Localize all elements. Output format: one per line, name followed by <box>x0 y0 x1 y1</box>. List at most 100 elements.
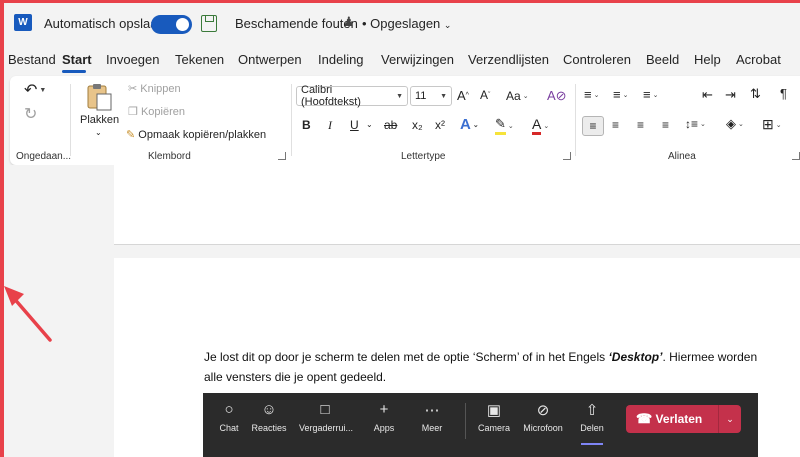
align-left-icon[interactable]: ≡ <box>582 116 604 136</box>
teams-rooms-button[interactable]: □ Vergaderrui... <box>299 393 353 447</box>
teams-more-button[interactable]: ⋯ Meer <box>406 393 458 447</box>
clipboard-group-label: Klembord <box>148 151 191 162</box>
save-icon[interactable] <box>201 15 217 32</box>
shading-icon[interactable]: ◈ ⌄ <box>726 116 744 132</box>
scissors-icon: ✂ <box>128 83 138 95</box>
copy-button[interactable]: ❐ Kopiëren <box>128 105 185 119</box>
change-case-button[interactable]: Aa ⌄ <box>506 89 529 103</box>
highlight-color-icon[interactable]: ✎ ⌄ <box>495 116 514 135</box>
tab-help[interactable]: Help <box>694 52 721 67</box>
share-active-indicator <box>581 443 603 445</box>
tab-controleren[interactable]: Controleren <box>563 52 631 67</box>
underline-button[interactable]: U <box>350 118 359 132</box>
paragraph-launcher-icon[interactable] <box>792 152 800 160</box>
document-title[interactable]: Beschamende fouten <box>235 16 358 31</box>
undo-group-label: Ongedaan... <box>16 151 72 162</box>
grow-font-icon[interactable]: A ^ <box>457 88 469 103</box>
redo-icon[interactable]: ↻ <box>24 104 37 124</box>
justify-icon[interactable]: ≡ <box>662 118 669 132</box>
teams-microphone-button[interactable]: ⊘ Microfoon <box>517 393 569 447</box>
underline-dropdown-chevron-icon[interactable]: ⌄ <box>366 120 373 129</box>
autosave-toggle[interactable] <box>151 15 192 34</box>
teams-meeting-toolbar: ○ Chat ☺ Reacties □ Vergaderrui... + Apps ⋯ M… <box>203 393 758 457</box>
decrease-indent-icon[interactable]: ⇤ <box>702 87 713 103</box>
toolbar-divider <box>465 403 466 439</box>
clipboard-launcher-icon[interactable] <box>278 152 286 160</box>
share-icon: ⇧ <box>585 402 599 419</box>
line-spacing-icon[interactable]: ↕≡ ⌄ <box>685 117 706 131</box>
leave-options-chevron-icon[interactable]: ⌄ <box>718 405 741 433</box>
numbering-icon[interactable]: ≡ ⌄ <box>613 87 628 102</box>
undo-icon[interactable]: ↶ ▼ <box>24 80 46 100</box>
previous-page[interactable] <box>114 165 800 245</box>
subscript-button[interactable]: x₂ <box>412 118 423 132</box>
paste-button[interactable]: Plakken <box>80 114 119 126</box>
mic-off-icon: ⊘ <box>536 402 550 419</box>
tab-verwijzingen[interactable]: Verwijzingen <box>381 52 454 67</box>
format-painter-button[interactable]: ✎ Opmaak kopiëren/plakken <box>126 128 266 142</box>
text-effects-icon[interactable]: A ⌄ <box>460 116 479 133</box>
font-color-icon[interactable]: A ⌄ <box>532 116 549 135</box>
tab-start[interactable]: Start <box>62 52 92 67</box>
cut-button[interactable]: ✂ Knippen <box>128 82 181 96</box>
people-icon: ♟ <box>343 14 355 29</box>
tab-tekenen[interactable]: Tekenen <box>175 52 224 67</box>
tab-acrobat[interactable]: Acrobat <box>736 52 781 67</box>
annotation-arrow-icon <box>4 286 52 342</box>
bullets-icon[interactable]: ≡ ⌄ <box>584 87 599 102</box>
increase-indent-icon[interactable]: ⇥ <box>725 87 736 103</box>
tab-ontwerpen[interactable]: Ontwerpen <box>238 52 302 67</box>
group-divider <box>291 84 292 156</box>
strikethrough-button[interactable]: ab <box>384 118 397 132</box>
font-size-select[interactable]: 11 ▼ <box>410 86 452 106</box>
font-name-select[interactable]: Calibri (Hoofdtekst) ▼ <box>296 84 408 108</box>
multilevel-list-icon[interactable]: ≡ ⌄ <box>643 87 658 102</box>
more-icon: ⋯ <box>424 402 440 419</box>
ribbon: ↶ ▼ ↻ Ongedaan... Plakken ⌄ ✂ Knippen ❐ K… <box>10 76 800 165</box>
rooms-icon: □ <box>320 401 330 418</box>
annotation-frame-left <box>0 0 4 457</box>
tab-bestand[interactable]: Bestand <box>8 52 56 67</box>
group-divider <box>575 84 576 156</box>
teams-camera-button[interactable]: ▣ Camera <box>468 393 520 447</box>
reactions-icon: ☺ <box>261 401 277 418</box>
toggle-knob <box>176 18 189 31</box>
save-status[interactable]: • Opgeslagen ⌄ <box>362 16 451 31</box>
italic-button[interactable]: I <box>328 118 332 133</box>
paintbrush-icon: ✎ <box>126 129 136 141</box>
bold-button[interactable]: B <box>302 118 311 132</box>
document-paragraph[interactable]: Je lost dit op door je scherm te delen m… <box>204 347 764 387</box>
paste-dropdown-chevron-icon[interactable]: ⌄ <box>95 128 102 137</box>
sort-icon[interactable]: ⇅ <box>750 86 761 102</box>
pilcrow-icon[interactable]: ¶ <box>780 86 787 101</box>
ribbon-tabs: Bestand Start Invoegen Tekenen Ontwerpen… <box>0 48 800 74</box>
group-divider <box>70 84 71 156</box>
clear-formatting-icon[interactable]: A⊘ <box>547 88 567 104</box>
annotation-frame-top <box>0 0 800 3</box>
autosave-label: Automatisch opslaan <box>44 16 165 31</box>
teams-reactions-button[interactable]: ☺ Reacties <box>243 393 295 447</box>
align-center-icon[interactable]: ≡ <box>612 118 619 132</box>
teams-apps-button[interactable]: + Apps <box>358 393 410 447</box>
clipboard-icon[interactable] <box>84 82 122 112</box>
teams-leave-button[interactable]: ☎ Verlaten ⌄ <box>626 405 741 433</box>
word-app-icon: W <box>14 14 32 31</box>
tab-indeling[interactable]: Indeling <box>318 52 364 67</box>
phone-hangup-icon: ☎ <box>636 411 653 426</box>
active-tab-indicator <box>62 70 86 73</box>
font-group-label: Lettertype <box>401 151 446 162</box>
align-right-icon[interactable]: ≡ <box>637 118 644 132</box>
font-launcher-icon[interactable] <box>563 152 571 160</box>
title-bar: W Automatisch opslaan Beschamende fouten… <box>0 3 800 41</box>
tab-verzendlijsten[interactable]: Verzendlijsten <box>468 52 549 67</box>
plus-icon: + <box>379 401 389 418</box>
paragraph-group-label: Alinea <box>668 151 696 162</box>
tab-beeld[interactable]: Beeld <box>646 52 679 67</box>
superscript-button[interactable]: x² <box>435 118 445 132</box>
teams-share-button[interactable]: ⇧ Delen <box>566 393 618 447</box>
borders-icon[interactable]: ⊞ ⌄ <box>762 116 782 133</box>
camera-off-icon: ▣ <box>486 402 502 419</box>
copy-icon: ❐ <box>128 106 138 118</box>
shrink-font-icon[interactable]: Aˇ <box>480 88 490 102</box>
tab-invoegen[interactable]: Invoegen <box>106 52 160 67</box>
